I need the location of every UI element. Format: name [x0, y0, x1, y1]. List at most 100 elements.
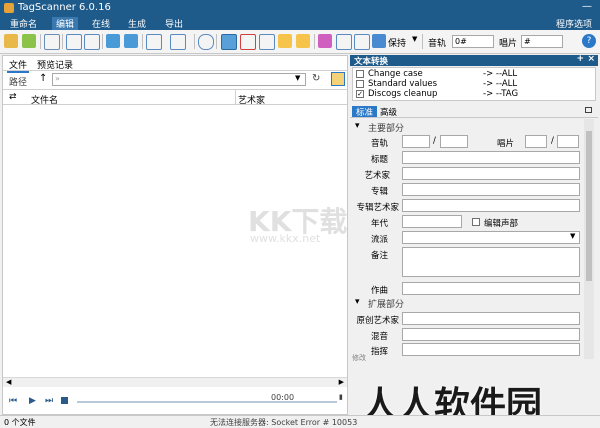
shuffle-icon[interactable]: ⇄ — [9, 92, 17, 102]
track-total-field[interactable] — [440, 135, 468, 148]
cover-icon[interactable] — [318, 34, 332, 48]
prev-icon[interactable]: ⏮ — [9, 396, 17, 406]
conversion-name-2[interactable]: Standard values — [368, 79, 437, 89]
menu-export[interactable]: 导出 — [165, 17, 183, 30]
conversion-target-2: -> --ALL — [483, 79, 518, 89]
file-icon-1[interactable] — [278, 34, 292, 48]
grid-view-icon[interactable] — [84, 34, 100, 50]
list-view-icon[interactable] — [66, 34, 82, 50]
orig-artist-label: 原创艺术家 — [356, 316, 399, 326]
next-icon[interactable]: ⏭ — [45, 396, 53, 406]
move-down-icon[interactable] — [106, 34, 120, 48]
remove-tag-icon[interactable] — [240, 34, 256, 50]
genre-select[interactable] — [402, 231, 580, 244]
up-arrow-icon[interactable]: ↑ — [39, 73, 47, 84]
path-label: 路径 — [9, 78, 28, 88]
title-bar: TagScanner 6.0.16 — — [0, 0, 600, 16]
conductor-field[interactable] — [402, 343, 580, 356]
artist-label: 艺术家 — [364, 171, 390, 181]
year-field[interactable] — [402, 215, 462, 228]
add-icon[interactable]: + — [576, 54, 584, 64]
text-conversion-header: 文本转换 — [354, 57, 389, 67]
close-icon[interactable]: × — [587, 54, 595, 64]
year-label: 年代 — [370, 219, 388, 229]
window-title: TagScanner 6.0.16 — [18, 2, 111, 13]
add-folder-icon[interactable] — [22, 34, 36, 48]
image-icon[interactable] — [259, 34, 275, 50]
composer-field[interactable] — [402, 282, 580, 295]
path-placeholder: » — [55, 74, 60, 83]
select-icon[interactable] — [146, 34, 162, 50]
tag-edit-icon[interactable] — [221, 34, 237, 50]
chevron-down-icon[interactable]: ▼ — [295, 74, 300, 82]
album-artist-label: 专辑艺术家 — [356, 203, 399, 213]
conversion-checkbox-2[interactable] — [356, 80, 364, 88]
menu-bar: 重命名 编辑 在线 生成 导出 程序选项 — [0, 16, 600, 30]
status-bar: 0 个文件 无法连接服务器: Socket Error # 10053 — [0, 415, 600, 428]
seek-bar[interactable] — [77, 401, 337, 403]
move-up-icon[interactable] — [124, 34, 138, 48]
compilation-checkbox[interactable] — [472, 218, 480, 226]
sort-icon[interactable] — [170, 34, 186, 50]
section-ext-toggle[interactable]: ▾ — [355, 297, 360, 307]
artist-field[interactable] — [402, 167, 580, 180]
toolbar: 保持 ▼ 音轨 0# 唱片 # ? — [0, 30, 600, 54]
play-icon[interactable]: ▶ — [29, 396, 36, 406]
app-icon — [4, 3, 14, 13]
chevron-down-icon[interactable]: ▼ — [412, 35, 417, 43]
menu-generate[interactable]: 生成 — [128, 17, 146, 30]
horizontal-scrollbar[interactable]: ◀ ▶ — [3, 377, 347, 387]
track-label: 音轨 — [428, 39, 447, 49]
open-folder-icon[interactable] — [4, 34, 18, 48]
path-combobox[interactable] — [52, 73, 306, 86]
scroll-left-icon[interactable]: ◀ — [6, 378, 11, 386]
scrollbar-thumb[interactable] — [586, 131, 592, 281]
help-icon[interactable]: ? — [582, 34, 596, 48]
remix-field[interactable] — [402, 328, 580, 341]
tag-panel: 文本转换 + × Change case -> --ALL Standard v… — [350, 54, 598, 415]
title-field[interactable] — [402, 151, 580, 164]
orig-artist-field[interactable] — [402, 312, 580, 325]
import-icon[interactable] — [336, 34, 352, 50]
conversion-name-3[interactable]: Discogs cleanup — [368, 89, 437, 99]
bottom-note: 修改 — [352, 354, 366, 362]
disc-label: 唱片 — [496, 139, 514, 149]
album-field[interactable] — [402, 183, 580, 196]
conversion-name-1[interactable]: Change case — [368, 69, 423, 79]
conversion-checkbox-1[interactable] — [356, 70, 364, 78]
watermark-url: www.kkx.net — [250, 232, 321, 245]
menu-rename[interactable]: 重命名 — [10, 17, 37, 30]
refresh-icon[interactable]: ↻ — [312, 73, 320, 84]
file-icon-2[interactable] — [296, 34, 310, 48]
genre-label: 流派 — [370, 235, 388, 245]
stop-icon[interactable] — [61, 397, 68, 404]
browse-folder-icon[interactable] — [331, 72, 345, 86]
volume-icon[interactable]: ▮ — [339, 393, 343, 401]
export-icon[interactable] — [354, 34, 370, 50]
menu-options[interactable]: 程序选项 — [556, 17, 592, 30]
undo-icon[interactable] — [44, 34, 60, 50]
disc-label: 唱片 — [499, 39, 518, 49]
chevron-down-icon[interactable]: ▼ — [570, 232, 575, 240]
scroll-right-icon[interactable]: ▶ — [339, 378, 344, 386]
remix-label: 混音 — [370, 332, 388, 342]
compilation-label: 编辑声部 — [484, 219, 519, 229]
disc-field[interactable] — [525, 135, 547, 148]
panel-toggle-icon[interactable] — [585, 107, 592, 113]
album-artist-field[interactable] — [402, 199, 580, 212]
conversion-checkbox-3[interactable]: ✓ — [356, 90, 364, 98]
menu-online[interactable]: 在线 — [92, 17, 110, 30]
search-icon[interactable] — [198, 34, 214, 50]
menu-edit[interactable]: 编辑 — [52, 17, 79, 30]
track-input[interactable]: 0# — [452, 35, 494, 48]
section-main-toggle[interactable]: ▾ — [355, 121, 360, 131]
disc-input[interactable]: # — [521, 35, 563, 48]
comment-label: 备注 — [370, 251, 388, 261]
minimize-icon[interactable]: — — [582, 1, 592, 12]
comment-field[interactable] — [402, 247, 580, 277]
track-field[interactable] — [402, 135, 430, 148]
conversion-target-3: -> --TAG — [483, 89, 519, 99]
disc-total-field[interactable] — [557, 135, 579, 148]
save-icon[interactable] — [372, 34, 386, 48]
keep-button[interactable]: 保持 — [388, 36, 406, 49]
